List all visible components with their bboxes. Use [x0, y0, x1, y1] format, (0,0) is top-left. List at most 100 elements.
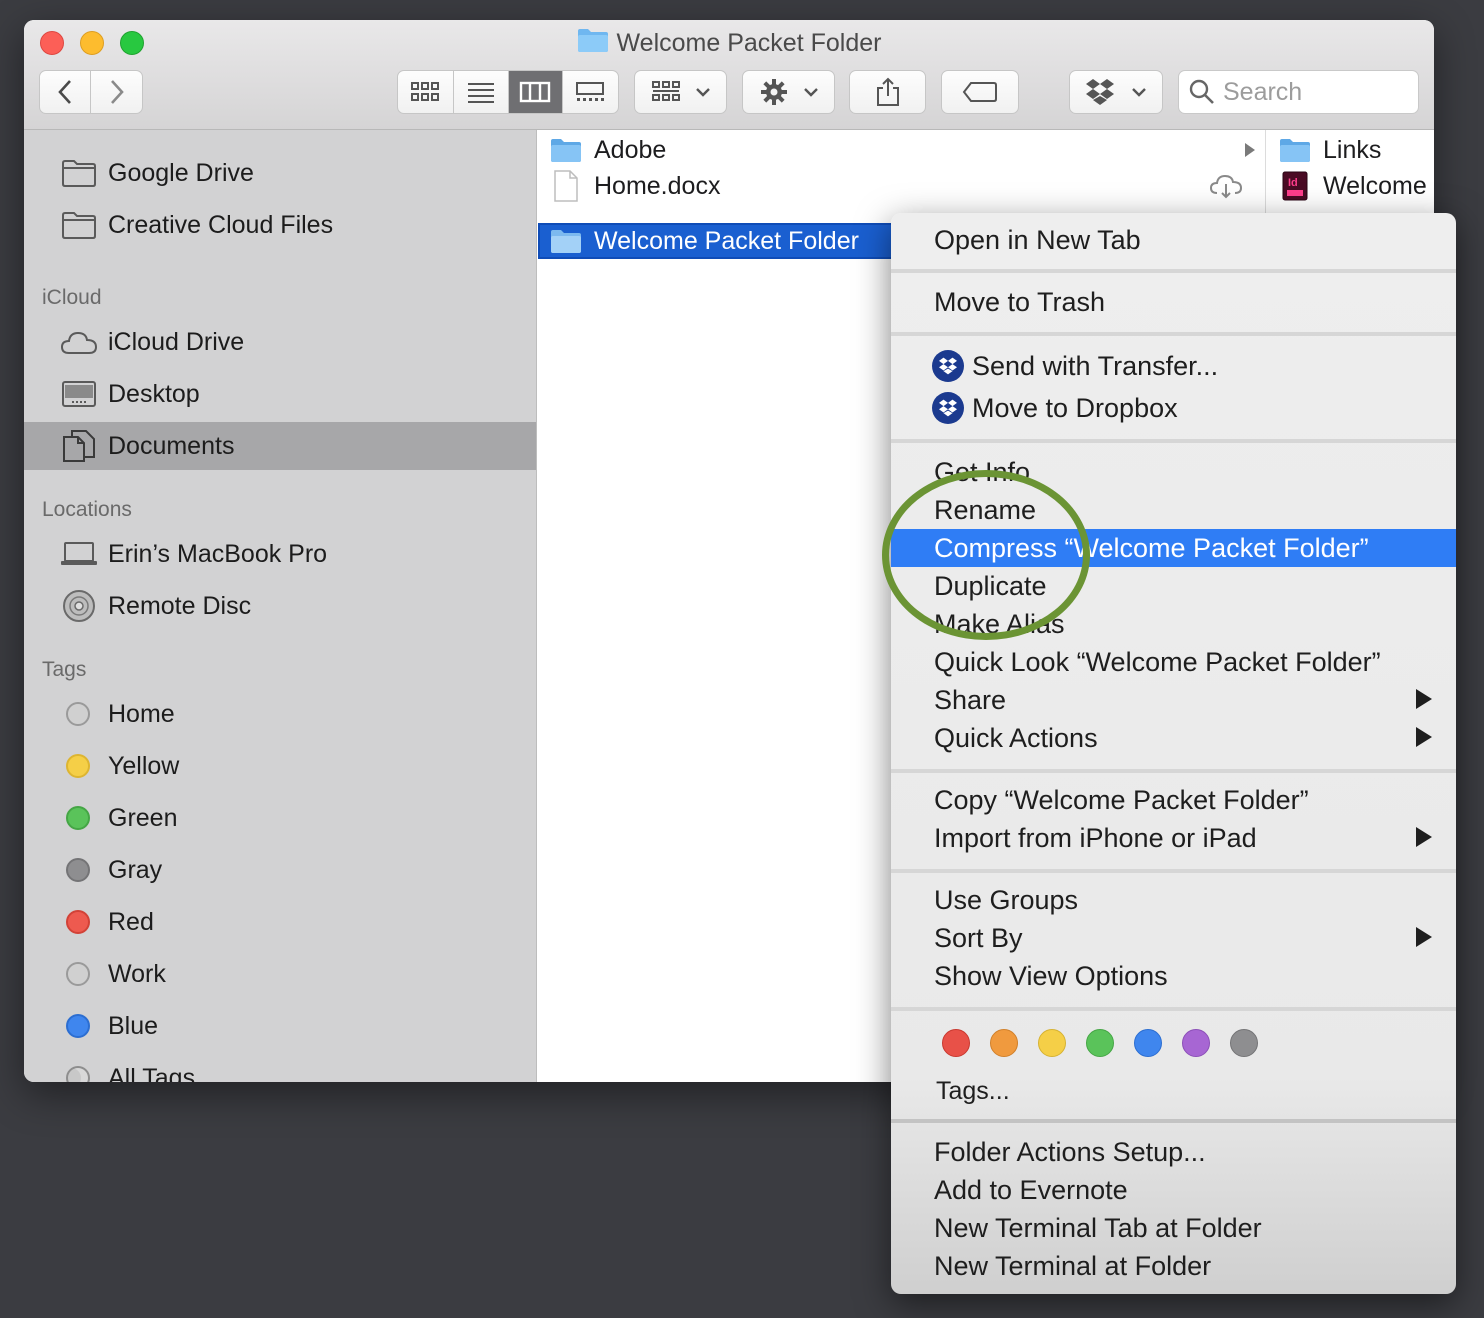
sidebar-item-label: Google Drive — [108, 158, 254, 187]
menu-item-open-new-tab[interactable]: Open in New Tab — [891, 221, 1456, 259]
menu-item-copy[interactable]: Copy “Welcome Packet Folder” — [891, 781, 1456, 819]
sidebar-item-label: Desktop — [108, 379, 200, 408]
menu-item-share[interactable]: Share — [891, 681, 1456, 719]
sidebar-item-label: Work — [108, 959, 166, 988]
file-row-welcome-indd[interactable]: Id Welcome — [1267, 168, 1434, 204]
menu-item-folder-actions[interactable]: Folder Actions Setup... — [891, 1133, 1456, 1171]
menu-item-label: Move to Dropbox — [972, 392, 1178, 423]
sidebar-item-label: Green — [108, 803, 178, 832]
sidebar-item-label: iCloud Drive — [108, 327, 245, 356]
menu-item-import-iphone[interactable]: Import from iPhone or iPad — [891, 819, 1456, 857]
forward-button[interactable] — [91, 71, 142, 113]
dropbox-icon — [932, 350, 964, 382]
menu-item-duplicate[interactable]: Duplicate — [891, 567, 1456, 605]
menu-item-move-to-dropbox[interactable]: Move to Dropbox — [891, 389, 1456, 427]
sidebar-tag-blue[interactable]: Blue — [24, 1003, 536, 1049]
cloud-download-icon — [1209, 174, 1243, 199]
tag-dot-icon — [66, 858, 90, 882]
menu-separator — [891, 869, 1456, 873]
menu-item-send-with-transfer[interactable]: Send with Transfer... — [891, 347, 1456, 385]
menu-item-compress[interactable]: Compress “Welcome Packet Folder” — [891, 529, 1456, 567]
column-view-icon — [520, 81, 551, 103]
desktop-icon — [60, 378, 98, 410]
menu-item-quick-actions[interactable]: Quick Actions — [891, 719, 1456, 757]
file-row-adobe[interactable]: Adobe — [538, 132, 1265, 168]
menu-item-add-evernote[interactable]: Add to Evernote — [891, 1171, 1456, 1209]
file-name: Links — [1323, 135, 1382, 164]
menu-item-make-alias[interactable]: Make Alias — [891, 605, 1456, 643]
sidebar-item-creative-cloud[interactable]: Creative Cloud Files — [24, 202, 536, 248]
search-placeholder: Search — [1223, 77, 1303, 106]
folder-icon — [60, 209, 98, 241]
file-row-home-docx[interactable]: Home.docx — [538, 168, 1265, 204]
tag-yellow-swatch[interactable] — [1038, 1029, 1066, 1057]
sidebar-section-icloud: iCloud — [42, 286, 102, 309]
sidebar-item-google-drive[interactable]: Google Drive — [24, 150, 536, 196]
sidebar-item-remote-disc[interactable]: Remote Disc — [24, 583, 536, 629]
sidebar-item-label: Erin’s MacBook Pro — [108, 539, 328, 568]
sidebar-section-tags: Tags — [42, 658, 87, 681]
sidebar-tag-gray[interactable]: Gray — [24, 847, 536, 893]
menu-item-use-groups[interactable]: Use Groups — [891, 881, 1456, 919]
tag-red-swatch[interactable] — [942, 1029, 970, 1057]
sidebar-item-label: Blue — [108, 1011, 159, 1040]
menu-item-quick-look[interactable]: Quick Look “Welcome Packet Folder” — [891, 643, 1456, 681]
folder-icon — [550, 136, 582, 164]
svg-text:Id: Id — [1288, 177, 1298, 189]
sidebar-tag-work[interactable]: Work — [24, 951, 536, 997]
menu-item-new-terminal[interactable]: New Terminal at Folder — [891, 1247, 1456, 1285]
documents-icon — [60, 430, 98, 462]
file-row-links[interactable]: Links — [1267, 132, 1434, 168]
sidebar-item-label: Yellow — [108, 751, 180, 780]
submenu-arrow-icon — [1416, 727, 1432, 747]
sidebar-item-icloud-drive[interactable]: iCloud Drive — [24, 319, 536, 365]
tag-icon — [962, 82, 997, 102]
sidebar-tag-green[interactable]: Green — [24, 795, 536, 841]
sidebar-section-locations: Locations — [42, 498, 132, 521]
indesign-icon: Id — [1279, 171, 1311, 201]
icon-view-button[interactable] — [398, 71, 454, 113]
sidebar-tag-all[interactable]: All Tags... — [24, 1055, 536, 1082]
gallery-view-button[interactable] — [563, 71, 618, 113]
document-icon — [550, 170, 582, 202]
back-forward-control — [39, 70, 143, 114]
menu-item-sort-by[interactable]: Sort By — [891, 919, 1456, 957]
back-button[interactable] — [40, 71, 91, 113]
menu-item-show-view-options[interactable]: Show View Options — [891, 957, 1456, 995]
file-name: Welcome — [1323, 171, 1427, 200]
share-button[interactable] — [849, 70, 926, 114]
tag-purple-swatch[interactable] — [1182, 1029, 1210, 1057]
menu-item-rename[interactable]: Rename — [891, 491, 1456, 529]
action-menu-button[interactable] — [742, 70, 835, 114]
search-field[interactable]: Search — [1178, 70, 1419, 114]
menu-item-get-info[interactable]: Get Info — [891, 453, 1456, 491]
tag-green-swatch[interactable] — [1086, 1029, 1114, 1057]
sidebar-tag-red[interactable]: Red — [24, 899, 536, 945]
sidebar-item-desktop[interactable]: Desktop — [24, 371, 536, 417]
tag-blue-swatch[interactable] — [1134, 1029, 1162, 1057]
list-view-icon — [467, 83, 494, 103]
window-title-text: Welcome Packet Folder — [616, 29, 882, 57]
tag-dot-icon — [66, 962, 90, 986]
sidebar-tag-home[interactable]: Home — [24, 691, 536, 737]
dropbox-button[interactable] — [1069, 70, 1163, 114]
column-view-button[interactable] — [509, 71, 563, 113]
tag-button[interactable] — [941, 70, 1019, 114]
sidebar-item-macbook[interactable]: Erin’s MacBook Pro — [24, 531, 536, 577]
tag-orange-swatch[interactable] — [990, 1029, 1018, 1057]
menu-item-move-to-trash[interactable]: Move to Trash — [891, 283, 1456, 321]
chevron-left-icon — [58, 80, 71, 104]
folder-icon — [1279, 136, 1311, 164]
view-mode-control — [397, 70, 619, 114]
submenu-arrow-icon — [1416, 827, 1432, 847]
group-by-button[interactable] — [634, 70, 727, 114]
sidebar-tag-yellow[interactable]: Yellow — [24, 743, 536, 789]
file-name: Home.docx — [594, 171, 721, 200]
tag-gray-swatch[interactable] — [1230, 1029, 1258, 1057]
menu-item-new-terminal-tab[interactable]: New Terminal Tab at Folder — [891, 1209, 1456, 1247]
cloud-icon — [60, 326, 98, 358]
sidebar-item-label: All Tags... — [108, 1063, 216, 1083]
list-view-button[interactable] — [454, 71, 509, 113]
sidebar-item-documents[interactable]: Documents — [24, 422, 536, 470]
menu-item-tags[interactable]: Tags... — [891, 1072, 1456, 1110]
